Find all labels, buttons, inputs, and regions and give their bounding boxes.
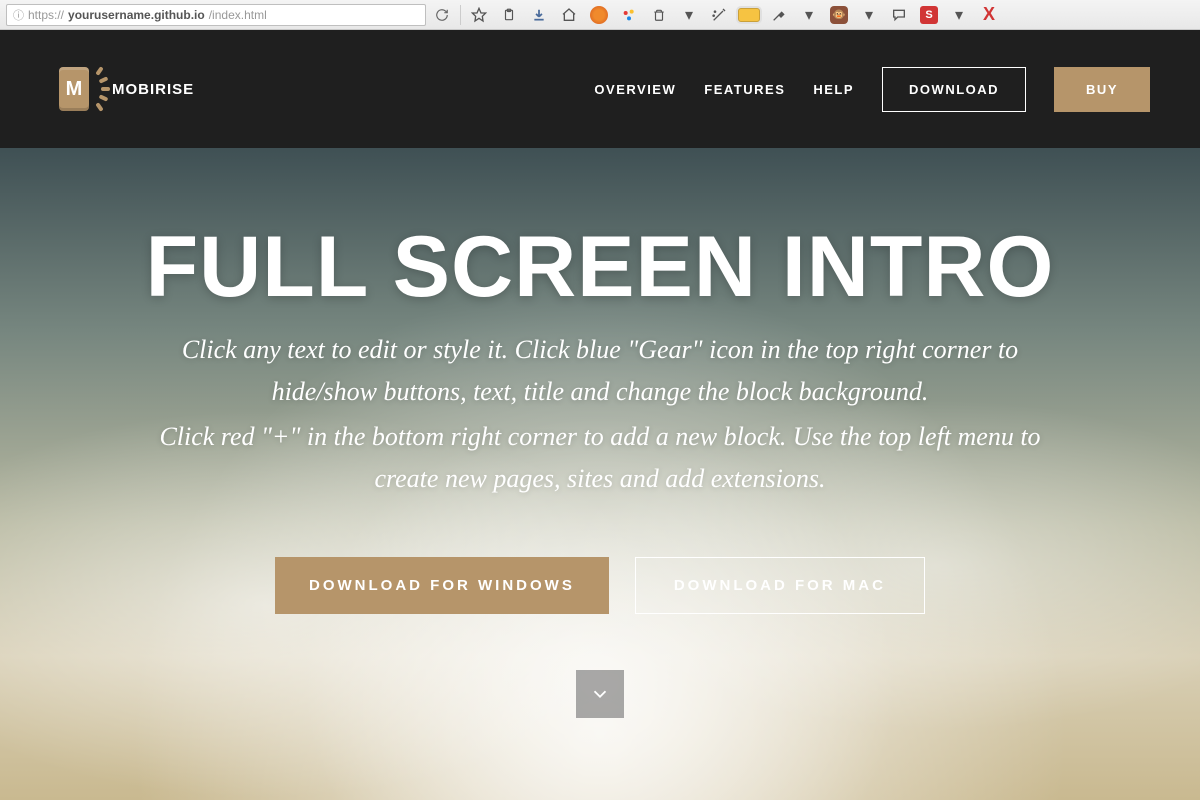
- url-prefix: https://: [28, 8, 64, 22]
- download-mac-button[interactable]: DOWNLOAD FOR MAC: [635, 557, 925, 614]
- browser-toolbar: ⓘ https:// yourusername.github.io/index.h…: [0, 0, 1200, 30]
- clipboard-icon[interactable]: [497, 3, 521, 27]
- eyedropper-icon[interactable]: [767, 3, 791, 27]
- download-windows-button[interactable]: DOWNLOAD FOR WINDOWS: [275, 557, 609, 614]
- url-path: /index.html: [209, 8, 267, 22]
- nav-link-overview[interactable]: OVERVIEW: [594, 82, 676, 97]
- trash-icon[interactable]: [647, 3, 671, 27]
- address-bar[interactable]: ⓘ https:// yourusername.github.io/index.h…: [6, 4, 426, 26]
- hero-subtitle-2[interactable]: Click red "+" in the bottom right corner…: [145, 416, 1055, 499]
- dropdown-caret-icon[interactable]: ▾: [677, 3, 701, 27]
- s-badge-icon[interactable]: S: [917, 3, 941, 27]
- toolbar-icons: ▾ ▾ 🐵 ▾ S ▾ X: [467, 3, 1194, 27]
- page: M MOBIRISE OVERVIEW FEATURES HELP DOWNLO…: [0, 30, 1200, 800]
- hero-ctas: DOWNLOAD FOR WINDOWS DOWNLOAD FOR MAC: [275, 557, 925, 614]
- hero-title[interactable]: FULL SCREEN INTRO: [146, 218, 1055, 317]
- dropdown-caret-icon-4[interactable]: ▾: [947, 3, 971, 27]
- highlight-box-icon[interactable]: [737, 3, 761, 27]
- info-icon: ⓘ: [13, 7, 24, 23]
- hero: FULL SCREEN INTRO Click any text to edit…: [0, 148, 1200, 800]
- nav-link-help[interactable]: HELP: [813, 82, 854, 97]
- colored-dots-icon[interactable]: [617, 3, 641, 27]
- navbar: M MOBIRISE OVERVIEW FEATURES HELP DOWNLO…: [0, 30, 1200, 148]
- dropdown-caret-icon-2[interactable]: ▾: [797, 3, 821, 27]
- toolbar-separator: [460, 5, 461, 25]
- chevron-down-icon: [589, 683, 611, 705]
- chat-icon[interactable]: [887, 3, 911, 27]
- download-arrow-icon[interactable]: [527, 3, 551, 27]
- wand-icon[interactable]: [707, 3, 731, 27]
- hero-subtitle-1[interactable]: Click any text to edit or style it. Clic…: [145, 329, 1055, 412]
- star-icon[interactable]: [467, 3, 491, 27]
- reload-icon[interactable]: [430, 3, 454, 27]
- x-badge-icon[interactable]: X: [977, 3, 1001, 27]
- dropdown-caret-icon-3[interactable]: ▾: [857, 3, 881, 27]
- nav-right: OVERVIEW FEATURES HELP DOWNLOAD BUY: [594, 67, 1150, 112]
- brand[interactable]: M MOBIRISE: [50, 65, 194, 113]
- nav-buy-button[interactable]: BUY: [1054, 67, 1150, 112]
- mobirise-logo-icon: M: [50, 65, 98, 113]
- scroll-down-button[interactable]: [576, 670, 624, 718]
- monkey-icon[interactable]: 🐵: [827, 3, 851, 27]
- url-domain: yourusername.github.io: [68, 8, 205, 22]
- home-icon[interactable]: [557, 3, 581, 27]
- duckduckgo-icon[interactable]: [587, 3, 611, 27]
- nav-link-features[interactable]: FEATURES: [704, 82, 785, 97]
- brand-name: MOBIRISE: [112, 81, 194, 98]
- nav-download-button[interactable]: DOWNLOAD: [882, 67, 1026, 112]
